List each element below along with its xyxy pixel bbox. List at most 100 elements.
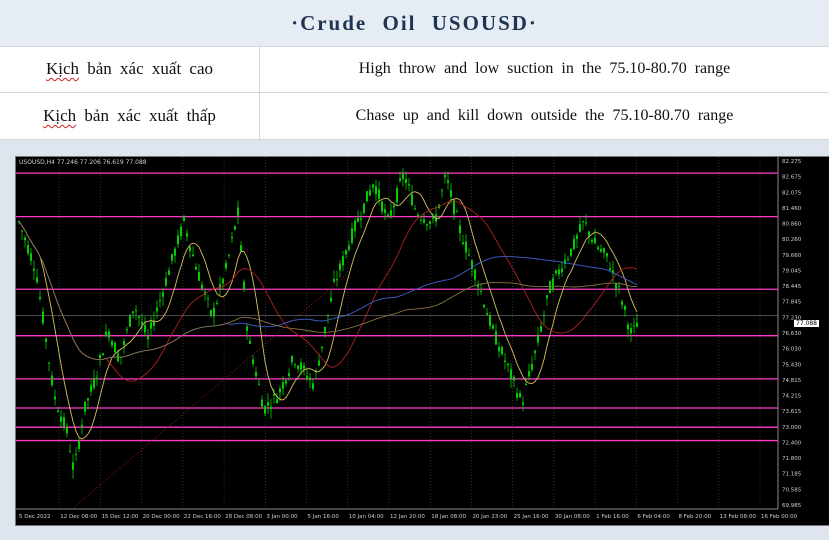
candle-body xyxy=(468,254,470,256)
candle-body xyxy=(630,328,632,334)
x-tick-label: 5 Jan 16:00 xyxy=(308,514,340,520)
scenario-label-rest: bản xác xuất cao xyxy=(79,59,214,78)
candle-body xyxy=(75,454,77,456)
candle-body xyxy=(213,307,215,317)
candle-body xyxy=(234,226,236,230)
candle-body xyxy=(486,313,488,316)
candle-body xyxy=(555,270,557,274)
candle-body xyxy=(348,245,350,250)
candle-body xyxy=(219,284,221,289)
candle-body xyxy=(570,248,572,256)
candle-body xyxy=(90,385,92,392)
candle-body xyxy=(354,220,356,232)
candle-body xyxy=(60,416,62,422)
x-tick-label: 3 Jan 00:00 xyxy=(266,514,298,520)
candle-body xyxy=(567,259,569,261)
candle-body xyxy=(378,189,380,199)
candle-body xyxy=(417,214,419,217)
candle-body xyxy=(126,329,128,331)
y-tick-label: 80.860 xyxy=(782,222,802,228)
candle-body xyxy=(21,230,23,232)
x-tick-label: 12 Dec 08:00 xyxy=(60,514,97,520)
price-chart[interactable]: 82.275 82.675 82.075 81.460 80.860 80.260 79.6… xyxy=(15,156,829,526)
page-title: ·Crude Oil USOUSD· xyxy=(291,10,538,35)
x-tick-label: 13 Feb 08:00 xyxy=(720,514,757,520)
candle-body xyxy=(192,254,194,256)
scenario-label-word: Kịch xyxy=(43,106,77,125)
x-tick-label: 1 Feb 16:00 xyxy=(596,514,629,520)
candle-body xyxy=(582,221,584,223)
y-tick-label: 76.630 xyxy=(782,331,802,337)
candle-body xyxy=(285,380,287,384)
y-tick-label: 78.445 xyxy=(782,284,802,290)
scenario-row-low: Kịch bản xác xuất thấp Chase up and kill… xyxy=(0,93,829,140)
candle-body xyxy=(483,304,485,308)
candle-body xyxy=(525,383,527,385)
x-tick-label: 12 Jan 20:00 xyxy=(390,514,425,520)
y-tick-label: 72.400 xyxy=(782,440,802,446)
candle-body xyxy=(261,399,263,407)
candle-body xyxy=(513,376,515,381)
candle-body xyxy=(351,228,353,243)
candle-body xyxy=(330,297,332,302)
candle-body xyxy=(516,392,518,398)
y-tick-label: 79.660 xyxy=(782,253,802,259)
candle-body xyxy=(306,375,308,379)
y-tick-label: 77.845 xyxy=(782,300,802,306)
candle-body xyxy=(393,205,395,208)
scenario-row-high: Kịch bản xác xuất cao High throw and low… xyxy=(0,46,829,93)
candle-body xyxy=(510,369,512,379)
x-tick-label: 8 Feb 20:00 xyxy=(679,514,712,520)
candle-body xyxy=(216,302,218,304)
candle-body xyxy=(309,377,311,381)
candle-body xyxy=(99,355,101,359)
y-tick-label: 80.260 xyxy=(782,237,802,243)
candle-body xyxy=(540,326,542,332)
candle-body xyxy=(522,402,524,405)
y-tick-label: 69.985 xyxy=(782,503,802,509)
candle-body xyxy=(579,224,581,232)
candle-body xyxy=(135,310,137,312)
candle-body xyxy=(93,377,95,388)
candle-body xyxy=(528,371,530,377)
candle-body xyxy=(30,253,32,261)
x-tick-label: 15 Dec 12:00 xyxy=(101,514,138,520)
candle-body xyxy=(177,235,179,245)
candle-body xyxy=(174,248,176,256)
candle-body xyxy=(282,382,284,389)
y-tick-label: 71.185 xyxy=(782,472,802,478)
candle-body xyxy=(198,272,200,281)
candle-body xyxy=(33,268,35,271)
candle-body xyxy=(45,338,47,342)
candle-body xyxy=(312,383,314,389)
candle-body xyxy=(597,247,599,250)
candle-body xyxy=(303,365,305,369)
candle-body xyxy=(240,245,242,252)
chart-svg: 82.275 82.675 82.075 81.460 80.860 80.260 79.6… xyxy=(16,157,802,520)
candle-body xyxy=(72,462,74,470)
candle-body xyxy=(279,388,281,393)
candle-body xyxy=(396,188,398,203)
candle-body xyxy=(318,360,320,366)
candle-body xyxy=(342,256,344,266)
candle-body xyxy=(423,219,425,223)
candle-body xyxy=(633,325,635,327)
candle-body xyxy=(624,305,626,310)
candle-body xyxy=(48,362,50,364)
candle-body xyxy=(102,353,104,356)
scenario-label-word: Kịch xyxy=(45,59,80,78)
candle-body xyxy=(96,377,98,380)
candle-body xyxy=(399,178,401,181)
x-tick-label: 20 Dec 00:00 xyxy=(143,514,180,520)
candle-body xyxy=(462,242,464,245)
candle-body xyxy=(186,233,188,237)
candle-body xyxy=(159,299,161,301)
candle-body xyxy=(615,283,617,289)
x-tick-label: 28 Dec 08:00 xyxy=(225,514,262,520)
candle-body xyxy=(621,301,623,305)
candle-body xyxy=(237,207,239,216)
candle-body xyxy=(627,324,629,330)
y-tick-label: 81.460 xyxy=(782,206,802,212)
candle-body xyxy=(264,405,266,414)
candle-body xyxy=(288,373,290,377)
